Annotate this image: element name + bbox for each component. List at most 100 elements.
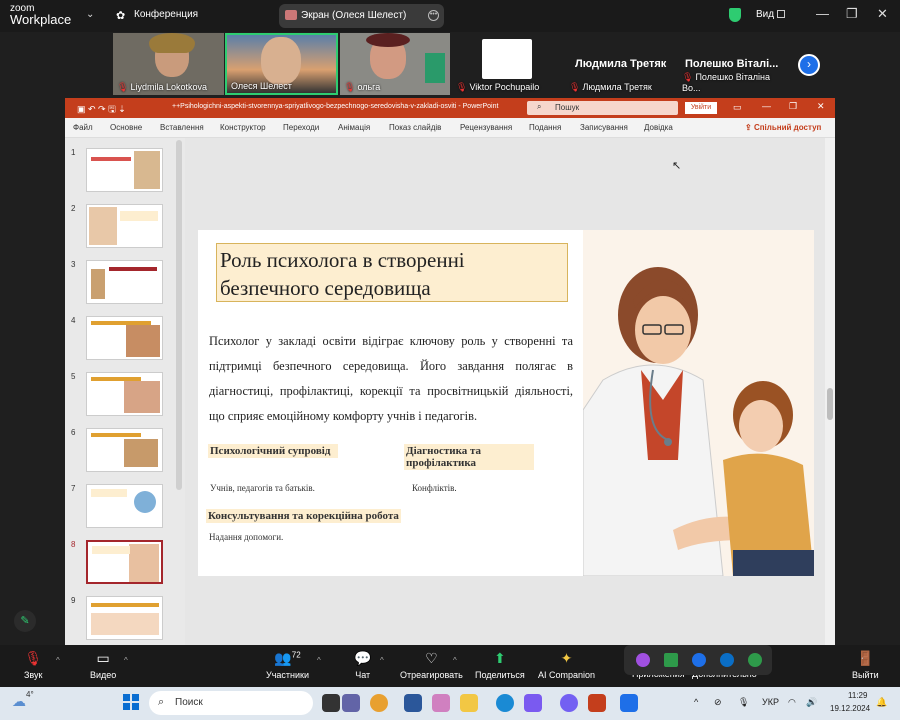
- weather-icon[interactable]: ☁: [12, 693, 26, 710]
- windows-start-icon[interactable]: [123, 694, 139, 710]
- close-icon[interactable]: ✕: [877, 6, 888, 22]
- clock-date[interactable]: 19.12.2024: [830, 704, 870, 713]
- powerpoint-icon[interactable]: [588, 694, 606, 712]
- weather-temp: 4°: [26, 690, 34, 699]
- video-tile-active-speaker[interactable]: Олеся Шелест: [225, 33, 338, 95]
- share-screen-button[interactable]: ⬆ Поделиться: [475, 650, 525, 680]
- view-button[interactable]: Вид: [756, 9, 785, 20]
- task-view-icon[interactable]: [322, 694, 340, 712]
- ppt-restore-icon[interactable]: ❐: [789, 101, 797, 112]
- menu-file[interactable]: Файл: [73, 123, 93, 132]
- slide-thumbnail[interactable]: [86, 372, 163, 416]
- security-shield-icon[interactable]: [729, 8, 741, 22]
- hp-icon[interactable]: [720, 653, 734, 667]
- app-icon[interactable]: [664, 653, 678, 667]
- audio-button[interactable]: 🎙 Звук: [24, 650, 42, 680]
- minimize-icon[interactable]: —: [816, 6, 829, 21]
- copilot-icon[interactable]: [432, 694, 450, 712]
- block-heading[interactable]: Діагностика та профілактика: [404, 444, 534, 470]
- slide-thumbnail[interactable]: [86, 596, 163, 640]
- react-button[interactable]: ♡ Отреагировать: [400, 650, 463, 680]
- chat-button[interactable]: 💬 Чат: [354, 650, 371, 680]
- menu-review[interactable]: Рецензування: [460, 123, 512, 132]
- word-icon[interactable]: [404, 694, 422, 712]
- store-icon[interactable]: [524, 694, 542, 712]
- clock-time[interactable]: 11:29: [848, 691, 867, 700]
- chat-options-caret[interactable]: ^: [380, 656, 384, 665]
- thumbnail-scrollbar[interactable]: [176, 140, 182, 490]
- video-tile[interactable]: 🎙 Viktor Pochupailo: [452, 33, 563, 95]
- slide-title[interactable]: Роль психолога в створенні безпечного се…: [216, 243, 568, 302]
- ppt-search-input[interactable]: Пошук: [527, 101, 678, 115]
- quick-access-icons[interactable]: ▣ ↶ ↷ 🖫 ⇣: [77, 102, 126, 118]
- block-text[interactable]: Конфліктів.: [412, 483, 457, 493]
- scrollbar-thumb[interactable]: [827, 388, 833, 420]
- annotate-pen-icon[interactable]: ✎: [14, 610, 36, 632]
- microphone-icon[interactable]: 🎙: [738, 697, 749, 708]
- block-text[interactable]: Надання допомоги.: [209, 532, 283, 542]
- slide-thumbnail[interactable]: [86, 484, 163, 528]
- meeting-label[interactable]: Конференция: [134, 9, 198, 20]
- menu-animation[interactable]: Анімація: [338, 123, 370, 132]
- ppt-close-icon[interactable]: ✕: [817, 101, 825, 112]
- notification-bell-icon[interactable]: 🔔: [876, 697, 887, 708]
- viber-icon[interactable]: [560, 694, 578, 712]
- ai-companion-button[interactable]: ✦ AI Companion: [538, 650, 595, 680]
- menu-design[interactable]: Конструктор: [220, 123, 266, 132]
- file-explorer-icon[interactable]: [460, 694, 478, 712]
- taskbar-search-input[interactable]: Поиск: [149, 691, 313, 715]
- slide-illustration[interactable]: [582, 230, 814, 577]
- login-button[interactable]: Увійти: [685, 102, 717, 114]
- restore-icon[interactable]: ❐: [846, 6, 858, 22]
- camera-icon: ▭: [96, 650, 110, 666]
- menu-transitions[interactable]: Переходи: [283, 123, 319, 132]
- slide-thumbnail[interactable]: [86, 260, 163, 304]
- ribbon-display-icon[interactable]: ▭: [733, 102, 742, 113]
- edge-icon[interactable]: [496, 694, 514, 712]
- menu-view[interactable]: Подання: [529, 123, 561, 132]
- chrome-icon[interactable]: [370, 694, 388, 712]
- menu-slideshow[interactable]: Показ слайдів: [389, 123, 441, 132]
- ppt-window-title: ++Psihologichni-aspekti-stvorennya-spriy…: [172, 103, 499, 110]
- leave-button[interactable]: 🚪 Выйти: [852, 650, 879, 680]
- menu-home[interactable]: Основне: [110, 123, 142, 132]
- meeting-info-icon[interactable]: ✿: [116, 9, 125, 22]
- participants-options-caret[interactable]: ^: [317, 656, 321, 665]
- slide-thumbnail[interactable]: [86, 148, 163, 192]
- slide-thumbnail[interactable]: [86, 316, 163, 360]
- participant-name: 🎙 Viktor Pochupailo: [456, 82, 540, 92]
- video-tile[interactable]: 🎙 ольга: [340, 33, 450, 95]
- block-heading[interactable]: Консультування та корекційна робота: [206, 509, 401, 523]
- slide-thumbnail-selected[interactable]: [86, 540, 163, 584]
- language-indicator[interactable]: УКР: [762, 697, 779, 707]
- slide-thumbnail[interactable]: [86, 204, 163, 248]
- video-button[interactable]: ▭ Видео: [90, 650, 116, 680]
- ppt-minimize-icon[interactable]: —: [762, 101, 771, 111]
- zoom-app-icon[interactable]: [692, 653, 706, 667]
- zoom-taskbar-icon[interactable]: [620, 694, 638, 712]
- slide-body-text[interactable]: Психолог у закладі освіти відіграє ключо…: [209, 329, 573, 429]
- video-options-caret[interactable]: ^: [124, 656, 128, 665]
- share-access-button[interactable]: ⇪ Спільний доступ: [745, 123, 821, 132]
- network-icon[interactable]: ⊘: [714, 697, 722, 708]
- participants-button[interactable]: 👥72 Участники: [266, 650, 309, 680]
- chevron-down-icon[interactable]: ⌄: [86, 9, 94, 20]
- menu-help[interactable]: Довідка: [644, 123, 673, 132]
- tray-chevron-icon[interactable]: ^: [694, 697, 698, 707]
- block-text[interactable]: Учнів, педагогів та батьків.: [210, 483, 315, 493]
- block-heading[interactable]: Психологічний супровід: [208, 444, 338, 458]
- slide-thumbnail[interactable]: [86, 428, 163, 472]
- react-options-caret[interactable]: ^: [453, 656, 457, 665]
- chat-app-icon[interactable]: [342, 694, 360, 712]
- app-icon[interactable]: [636, 653, 650, 667]
- app-icon[interactable]: [748, 653, 762, 667]
- more-options-icon[interactable]: •••: [428, 10, 439, 21]
- menu-record[interactable]: Записування: [580, 123, 628, 132]
- audio-options-caret[interactable]: ^: [56, 656, 60, 665]
- menu-insert[interactable]: Вставлення: [160, 123, 204, 132]
- video-tile[interactable]: 🎙 Liydmila Lokotkova: [113, 33, 224, 95]
- wifi-icon[interactable]: ◠: [788, 697, 796, 708]
- volume-icon[interactable]: 🔊: [806, 697, 817, 708]
- next-page-arrow-icon[interactable]: ›: [798, 54, 820, 76]
- screen-share-indicator[interactable]: Экран (Олеся Шелест): [279, 4, 444, 28]
